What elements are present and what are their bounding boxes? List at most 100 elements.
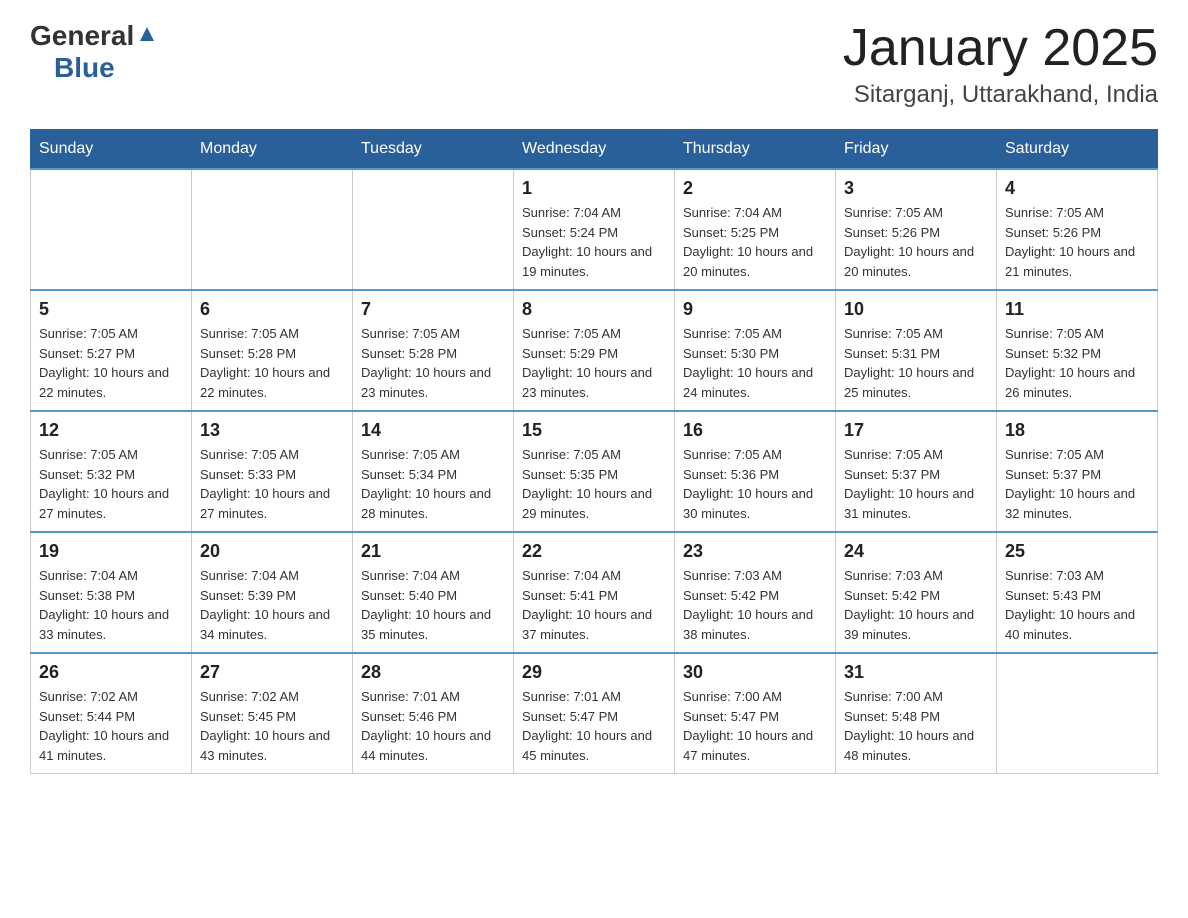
day-number: 22 <box>522 541 666 562</box>
day-number: 2 <box>683 178 827 199</box>
calendar-day-cell: 17 Sunrise: 7:05 AMSunset: 5:37 PMDayligh… <box>836 411 997 532</box>
calendar-day-cell <box>31 169 192 290</box>
day-number: 12 <box>39 420 183 441</box>
day-number: 18 <box>1005 420 1149 441</box>
day-info: Sunrise: 7:04 AMSunset: 5:24 PMDaylight:… <box>522 203 666 281</box>
calendar-day-cell: 24Sunrise: 7:03 AMSunset: 5:42 PMDayligh… <box>836 532 997 653</box>
calendar-day-header: Tuesday <box>353 130 514 170</box>
day-number: 11 <box>1005 299 1149 320</box>
day-info: Sunrise: 7:05 AMSunset: 5:37 PMDaylight:… <box>844 445 988 523</box>
day-info: Sunrise: 7:04 AMSunset: 5:38 PMDaylight:… <box>39 566 183 644</box>
day-info: Sunrise: 7:05 AMSunset: 5:34 PMDaylight:… <box>361 445 505 523</box>
day-info: Sunrise: 7:02 AMSunset: 5:44 PMDaylight:… <box>39 687 183 765</box>
day-info: Sunrise: 7:05 AMSunset: 5:31 PMDaylight:… <box>844 324 988 402</box>
day-info: Sunrise: 7:05 AMSunset: 5:26 PMDaylight:… <box>1005 203 1149 281</box>
calendar-day-cell: 15Sunrise: 7:05 AMSunset: 5:35 PMDayligh… <box>514 411 675 532</box>
day-info: Sunrise: 7:00 AMSunset: 5:47 PMDaylight:… <box>683 687 827 765</box>
calendar-day-cell: 21 Sunrise: 7:04 AMSunset: 5:40 PMDayligh… <box>353 532 514 653</box>
day-info: Sunrise: 7:00 AMSunset: 5:48 PMDaylight:… <box>844 687 988 765</box>
calendar-day-cell: 10Sunrise: 7:05 AMSunset: 5:31 PMDayligh… <box>836 290 997 411</box>
day-number: 4 <box>1005 178 1149 199</box>
calendar-day-header: Friday <box>836 130 997 170</box>
calendar-day-cell: 25 Sunrise: 7:03 AMSunset: 5:43 PMDayligh… <box>997 532 1158 653</box>
calendar-day-cell: 6 Sunrise: 7:05 AMSunset: 5:28 PMDaylight… <box>192 290 353 411</box>
day-number: 19 <box>39 541 183 562</box>
day-number: 13 <box>200 420 344 441</box>
day-info: Sunrise: 7:05 AMSunset: 5:36 PMDaylight:… <box>683 445 827 523</box>
calendar-subtitle: Sitarganj, Uttarakhand, India <box>843 81 1158 109</box>
day-info: Sunrise: 7:03 AMSunset: 5:42 PMDaylight:… <box>844 566 988 644</box>
calendar-week-row: 5 Sunrise: 7:05 AMSunset: 5:27 PMDaylight… <box>31 290 1158 411</box>
calendar-day-cell: 29Sunrise: 7:01 AMSunset: 5:47 PMDayligh… <box>514 653 675 774</box>
calendar-week-row: 19 Sunrise: 7:04 AMSunset: 5:38 PMDayligh… <box>31 532 1158 653</box>
day-info: Sunrise: 7:04 AMSunset: 5:40 PMDaylight:… <box>361 566 505 644</box>
calendar-day-cell: 26 Sunrise: 7:02 AMSunset: 5:44 PMDayligh… <box>31 653 192 774</box>
day-info: Sunrise: 7:05 AMSunset: 5:28 PMDaylight:… <box>200 324 344 402</box>
day-number: 31 <box>844 662 988 683</box>
calendar-day-cell: 14 Sunrise: 7:05 AMSunset: 5:34 PMDayligh… <box>353 411 514 532</box>
day-info: Sunrise: 7:05 AMSunset: 5:27 PMDaylight:… <box>39 324 183 402</box>
day-number: 20 <box>200 541 344 562</box>
day-number: 28 <box>361 662 505 683</box>
calendar-day-cell: 13 Sunrise: 7:05 AMSunset: 5:33 PMDayligh… <box>192 411 353 532</box>
day-info: Sunrise: 7:05 AMSunset: 5:30 PMDaylight:… <box>683 324 827 402</box>
day-number: 8 <box>522 299 666 320</box>
title-block: January 2025 Sitarganj, Uttarakhand, Ind… <box>843 20 1158 109</box>
day-number: 26 <box>39 662 183 683</box>
day-info: Sunrise: 7:04 AMSunset: 5:39 PMDaylight:… <box>200 566 344 644</box>
logo: General Blue <box>30 20 158 84</box>
day-number: 6 <box>200 299 344 320</box>
calendar-day-cell: 7Sunrise: 7:05 AMSunset: 5:28 PMDaylight… <box>353 290 514 411</box>
calendar-day-cell: 2Sunrise: 7:04 AMSunset: 5:25 PMDaylight… <box>675 169 836 290</box>
calendar-title: January 2025 <box>843 20 1158 77</box>
day-number: 21 <box>361 541 505 562</box>
page-header: General Blue January 2025 Sitarganj, Utt… <box>30 20 1158 109</box>
day-info: Sunrise: 7:05 AMSunset: 5:32 PMDaylight:… <box>1005 324 1149 402</box>
calendar-day-cell: 22 Sunrise: 7:04 AMSunset: 5:41 PMDayligh… <box>514 532 675 653</box>
calendar-day-cell: 9 Sunrise: 7:05 AMSunset: 5:30 PMDaylight… <box>675 290 836 411</box>
day-number: 30 <box>683 662 827 683</box>
logo-general-text: General <box>30 20 134 52</box>
calendar-day-cell: 11 Sunrise: 7:05 AMSunset: 5:32 PMDayligh… <box>997 290 1158 411</box>
day-info: Sunrise: 7:05 AMSunset: 5:35 PMDaylight:… <box>522 445 666 523</box>
day-number: 1 <box>522 178 666 199</box>
calendar-day-header: Saturday <box>997 130 1158 170</box>
day-number: 14 <box>361 420 505 441</box>
calendar-day-cell: 19 Sunrise: 7:04 AMSunset: 5:38 PMDayligh… <box>31 532 192 653</box>
day-info: Sunrise: 7:03 AMSunset: 5:43 PMDaylight:… <box>1005 566 1149 644</box>
day-number: 23 <box>683 541 827 562</box>
day-info: Sunrise: 7:04 AMSunset: 5:41 PMDaylight:… <box>522 566 666 644</box>
calendar-day-cell: 8Sunrise: 7:05 AMSunset: 5:29 PMDaylight… <box>514 290 675 411</box>
day-info: Sunrise: 7:05 AMSunset: 5:33 PMDaylight:… <box>200 445 344 523</box>
calendar-day-cell: 27Sunrise: 7:02 AMSunset: 5:45 PMDayligh… <box>192 653 353 774</box>
day-number: 29 <box>522 662 666 683</box>
calendar-week-row: 1 Sunrise: 7:04 AMSunset: 5:24 PMDaylight… <box>31 169 1158 290</box>
calendar-day-cell: 1 Sunrise: 7:04 AMSunset: 5:24 PMDaylight… <box>514 169 675 290</box>
calendar-day-header: Thursday <box>675 130 836 170</box>
calendar-day-cell: 5 Sunrise: 7:05 AMSunset: 5:27 PMDaylight… <box>31 290 192 411</box>
day-info: Sunrise: 7:05 AMSunset: 5:26 PMDaylight:… <box>844 203 988 281</box>
calendar-header-row: SundayMondayTuesdayWednesdayThursdayFrid… <box>31 130 1158 170</box>
calendar-day-cell: 16 Sunrise: 7:05 AMSunset: 5:36 PMDayligh… <box>675 411 836 532</box>
logo-blue-text: Blue <box>54 52 115 84</box>
calendar-day-cell: 12Sunrise: 7:05 AMSunset: 5:32 PMDayligh… <box>31 411 192 532</box>
calendar-day-cell: 4 Sunrise: 7:05 AMSunset: 5:26 PMDaylight… <box>997 169 1158 290</box>
calendar-day-cell <box>192 169 353 290</box>
calendar-day-cell: 28 Sunrise: 7:01 AMSunset: 5:46 PMDayligh… <box>353 653 514 774</box>
calendar-day-cell <box>353 169 514 290</box>
calendar-day-header: Sunday <box>31 130 192 170</box>
calendar-day-cell: 31 Sunrise: 7:00 AMSunset: 5:48 PMDayligh… <box>836 653 997 774</box>
day-number: 16 <box>683 420 827 441</box>
calendar-week-row: 26 Sunrise: 7:02 AMSunset: 5:44 PMDayligh… <box>31 653 1158 774</box>
day-number: 17 <box>844 420 988 441</box>
day-number: 9 <box>683 299 827 320</box>
day-info: Sunrise: 7:05 AMSunset: 5:37 PMDaylight:… <box>1005 445 1149 523</box>
day-info: Sunrise: 7:01 AMSunset: 5:46 PMDaylight:… <box>361 687 505 765</box>
day-number: 5 <box>39 299 183 320</box>
day-number: 7 <box>361 299 505 320</box>
calendar-day-cell: 3Sunrise: 7:05 AMSunset: 5:26 PMDaylight… <box>836 169 997 290</box>
calendar-day-header: Wednesday <box>514 130 675 170</box>
calendar-day-header: Monday <box>192 130 353 170</box>
logo-triangle-icon <box>136 23 158 45</box>
day-number: 25 <box>1005 541 1149 562</box>
